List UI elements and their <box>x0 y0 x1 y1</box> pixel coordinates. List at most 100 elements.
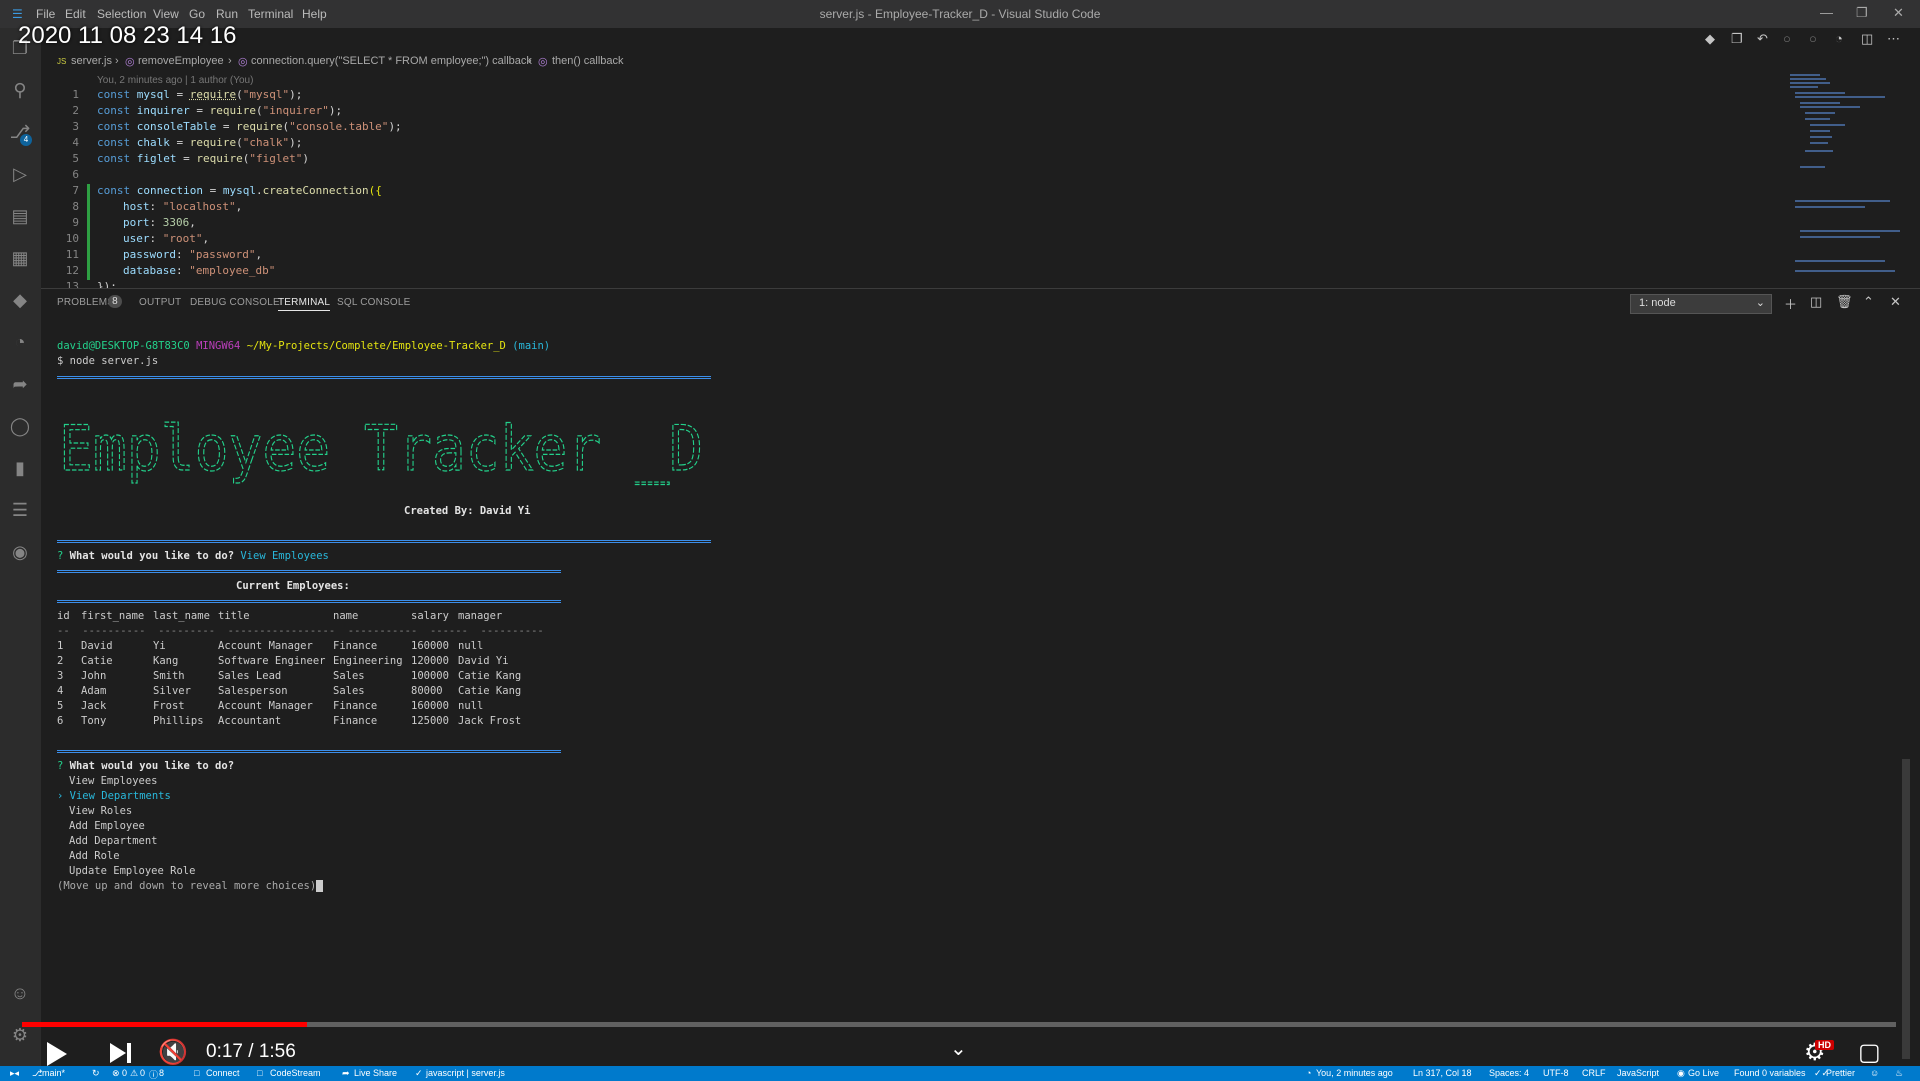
error-count[interactable]: 0 <box>122 1068 127 1078</box>
table-cell: Catie Kang <box>458 685 522 697</box>
git-branch[interactable]: main* <box>42 1068 65 1078</box>
breadcrumb-item-2[interactable]: then() callback <box>552 55 624 67</box>
breadcrumb-item-0[interactable]: removeEmployee <box>138 55 224 67</box>
split-terminal-icon[interactable]: ◫ <box>1810 294 1822 310</box>
table-cell: null <box>458 700 484 712</box>
choice-item[interactable]: Update Employee Role <box>69 865 195 877</box>
remote-explorer-icon[interactable]: ▤ <box>8 204 32 228</box>
code-token: = <box>169 88 190 101</box>
terminal-scrollbar[interactable] <box>1902 759 1910 1059</box>
terminal-select-value: 1: node <box>1639 297 1676 309</box>
variables-status[interactable]: Found 0 variables <box>1734 1068 1806 1078</box>
line-number: 12 <box>65 264 79 277</box>
table-header: id <box>57 610 70 622</box>
sql-tools-icon[interactable]: ☰ <box>8 498 32 522</box>
mongodb-leaf-icon[interactable]: ◉ <box>8 540 32 564</box>
indentation[interactable]: Spaces: 4 <box>1489 1068 1529 1078</box>
line-number: 2 <box>72 104 79 117</box>
choice-item-selected[interactable]: › View Departments <box>57 790 171 802</box>
encoding[interactable]: UTF-8 <box>1543 1068 1569 1078</box>
more-actions-icon[interactable]: ⋯ <box>1887 31 1900 47</box>
choice-item[interactable]: View Roles <box>69 805 132 817</box>
close-panel-icon[interactable]: ✕ <box>1890 294 1901 310</box>
table-cell: David <box>81 640 113 652</box>
bookmarks-icon[interactable]: ▮ <box>8 456 32 480</box>
sync-icon[interactable]: ↻ <box>92 1068 100 1079</box>
code-token: = <box>176 152 197 165</box>
choice-item[interactable]: Add Employee <box>69 820 145 832</box>
search-icon[interactable]: ⚲ <box>8 78 32 102</box>
revision-prev-icon[interactable]: ○ <box>1783 31 1791 46</box>
revision-back-icon[interactable]: ↶ <box>1757 31 1768 47</box>
live-share-button[interactable]: Live Share <box>354 1068 397 1078</box>
minimap[interactable] <box>1785 70 1905 285</box>
git-graph-icon[interactable]: ◆ <box>8 288 32 312</box>
code-line-3: const consoleTable = require("console.ta… <box>97 120 402 133</box>
notifications-bell-icon[interactable]: ♨ <box>1895 1068 1903 1079</box>
code-token: require <box>189 136 237 149</box>
database-icon[interactable]: ◯ <box>8 414 32 438</box>
run-debug-icon[interactable]: ▷ <box>8 162 32 186</box>
language-context[interactable]: javascript | server.js <box>426 1068 505 1078</box>
live-share-icon[interactable]: ➦ <box>8 372 32 396</box>
line-ending[interactable]: CRLF <box>1582 1068 1606 1078</box>
code-token: "localhost" <box>162 200 236 213</box>
code-token: chalk <box>136 136 170 149</box>
exit-fullscreen-icon[interactable]: ▢ <box>1858 1038 1881 1067</box>
choice-item[interactable]: View Employees <box>69 775 158 787</box>
table-cell: 2 <box>57 655 64 667</box>
gitlens-toggle-icon[interactable]: ◔ <box>1835 31 1843 46</box>
gitlens-icon[interactable]: ◔ <box>8 330 32 354</box>
codelens-blame[interactable]: You, 2 minutes ago | 1 author (You) <box>97 75 253 86</box>
maximize-panel-icon[interactable]: ⌃ <box>1863 294 1874 310</box>
remote-icon[interactable]: ▸◂ <box>10 1068 19 1079</box>
restore-icon[interactable]: ❐ <box>1856 5 1868 21</box>
open-changes-icon[interactable]: ❐ <box>1731 31 1743 47</box>
line-number: 9 <box>72 216 79 229</box>
choice-item[interactable]: Add Department <box>69 835 158 847</box>
prettier-button[interactable]: Prettier <box>1826 1068 1855 1078</box>
code-token: createConnection <box>262 184 369 197</box>
close-window-icon[interactable]: ✕ <box>1893 5 1904 21</box>
next-video-icon[interactable] <box>110 1043 126 1063</box>
method-icon: ◎ <box>125 56 135 68</box>
language-mode[interactable]: JavaScript <box>1617 1068 1659 1078</box>
info-count[interactable]: 8 <box>159 1068 164 1078</box>
code-token: "password" <box>189 248 256 261</box>
accounts-icon[interactable]: ☺ <box>8 981 32 1005</box>
extensions-icon[interactable]: ▦ <box>8 246 32 270</box>
git-blame[interactable]: You, 2 minutes ago <box>1316 1068 1393 1078</box>
trash-icon[interactable]: 🗑 <box>1836 294 1853 310</box>
minimize-icon[interactable]: — <box>1820 5 1833 20</box>
table-cell: Catie Kang <box>458 670 522 682</box>
chevron-down-icon[interactable]: ⌄ <box>950 1036 967 1061</box>
tab-problems[interactable]: PROBLEMS <box>57 297 114 308</box>
feedback-icon[interactable]: ☺ <box>1870 1068 1879 1078</box>
breadcrumb-item-1[interactable]: connection.query("SELECT * FROM employee… <box>251 55 532 67</box>
choice-label: View Departments <box>69 790 171 802</box>
tab-output[interactable]: OUTPUT <box>139 297 181 308</box>
tab-debug-console[interactable]: DEBUG CONSOLE <box>190 297 280 308</box>
tab-terminal[interactable]: TERMINAL <box>278 297 331 311</box>
revision-next-icon[interactable]: ○ <box>1809 31 1817 46</box>
table-cell: Catie <box>81 655 113 667</box>
code-token: , <box>202 232 210 245</box>
choice-item[interactable]: Add Role <box>69 850 120 862</box>
breadcrumb-file[interactable]: server.js <box>71 55 112 67</box>
warning-count[interactable]: 0 <box>140 1068 145 1078</box>
go-live-button[interactable]: Go Live <box>1688 1068 1719 1078</box>
tab-sql-console[interactable]: SQL CONSOLE <box>337 297 411 308</box>
mute-icon[interactable]: 🔇 <box>158 1038 188 1067</box>
scm-badge: 4 <box>20 134 32 146</box>
connect-button[interactable]: Connect <box>206 1068 240 1078</box>
play-icon[interactable] <box>47 1042 67 1066</box>
terminal-select[interactable]: 1: node ⌄ <box>1630 294 1772 314</box>
codestream-button[interactable]: CodeStream <box>270 1068 321 1078</box>
code-editor[interactable]: 1 2 3 4 5 6 7 8 9 10 11 12 13 const mysq… <box>41 88 1781 288</box>
split-editor-icon[interactable]: ◫ <box>1861 31 1873 47</box>
new-terminal-icon[interactable]: ＋ <box>1784 294 1797 313</box>
code-token: database <box>123 264 176 277</box>
git-compare-icon[interactable]: ◆ <box>1705 31 1715 47</box>
code-token: 3306 <box>162 216 190 229</box>
cursor-position[interactable]: Ln 317, Col 18 <box>1413 1068 1472 1078</box>
